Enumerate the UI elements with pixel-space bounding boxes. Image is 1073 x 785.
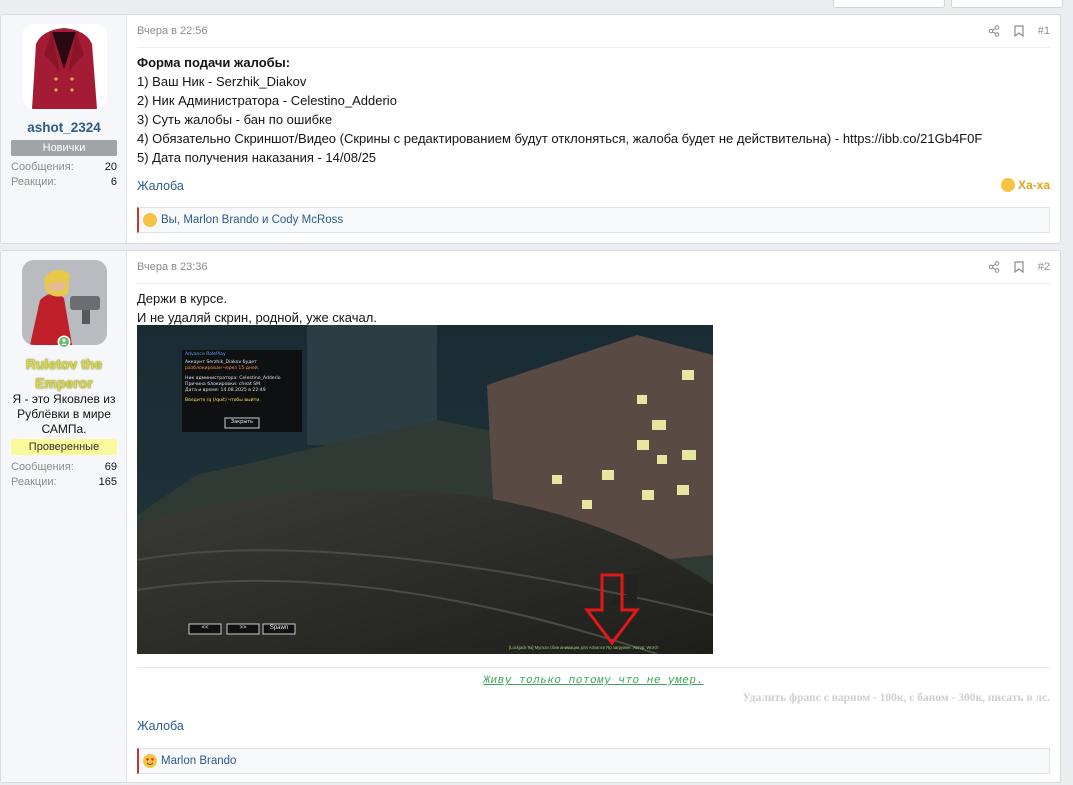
username[interactable]: ashot_2324	[1, 120, 127, 135]
post-1: ashot_2324 Новички Сообщения: 20 Реакции:…	[0, 14, 1061, 244]
complaint-line-evidence: 4) Обязательно Скриншот/Видео (Скрины с …	[137, 131, 983, 146]
stat-reactions: Реакции: 6	[11, 175, 117, 190]
user-banner: Новички	[11, 140, 117, 156]
user-banner: Проверенные	[11, 439, 117, 455]
dialog-line: Введите /q (/quit) чтобы выйти.	[185, 398, 261, 403]
complaint-line-nick: 1) Ваш Ник - Serzhik_Diakov	[137, 74, 307, 89]
stat-messages: Сообщения: 20	[11, 160, 117, 175]
game-chat-message: [Lockjack 9a] Мульти сбив анимации для A…	[509, 645, 659, 650]
nav-next-button: >>	[239, 625, 247, 631]
attached-screenshot[interactable]: Advance RolePlay Аккаунт Serzhik_Diakov …	[137, 325, 713, 654]
dialog-title: Advance RolePlay	[185, 352, 226, 357]
bookmark-icon[interactable]	[1014, 25, 1024, 37]
game-dialog: Advance RolePlay Аккаунт Serzhik_Diakov …	[185, 352, 301, 404]
stat-value: 6	[110, 176, 117, 188]
top-control-2[interactable]	[951, 0, 1063, 8]
post-number[interactable]: #1	[1038, 25, 1050, 37]
reactions-list[interactable]: Вы, Marlon Brando и Cody McRoss	[161, 214, 343, 226]
stat-value: 165	[98, 476, 117, 488]
post-2: Ruletov the Emperor Я - это Яковлев из Р…	[0, 250, 1061, 783]
complaint-form-title: Форма подачи жалобы:	[137, 55, 291, 70]
user-cell: Ruletov the Emperor Я - это Яковлев из Р…	[1, 251, 127, 782]
share-icon[interactable]	[988, 25, 1000, 37]
top-controls	[833, 0, 1063, 8]
avatar[interactable]	[22, 260, 107, 345]
stat-label: Реакции:	[11, 476, 57, 488]
reply-line-1: Держи в курсе.	[137, 291, 228, 306]
thread-tag-link[interactable]: Жалоба	[137, 719, 184, 733]
complaint-line-date: 5) Дата получения наказания - 14/08/25	[137, 150, 377, 165]
complaint-line-admin: 2) Ник Администратора - Celestino_Adderi…	[137, 93, 397, 108]
reactions-bar[interactable]: Вы, Marlon Brando и Cody McRoss	[137, 207, 1050, 233]
post-time[interactable]: Вчера в 22:56	[137, 25, 208, 37]
reaction-label: Ха-ха	[1017, 178, 1050, 192]
signature-offer: Удалить фрапс с варном - 100к, с баном -…	[742, 692, 1050, 704]
nav-prev-button: <<	[201, 625, 209, 631]
stat-reactions: Реакции: 165	[11, 475, 117, 490]
share-icon[interactable]	[988, 261, 1000, 273]
stat-value: 69	[104, 461, 117, 473]
nav-spawn-button: Spawn	[269, 625, 289, 631]
reaction-button[interactable]: Ха-ха	[1000, 178, 1050, 192]
stat-label: Сообщения:	[11, 161, 74, 173]
message-header: Вчера в 23:36 #2	[137, 261, 1050, 284]
online-status-icon	[57, 335, 71, 349]
bookmark-icon[interactable]	[1014, 261, 1024, 273]
complaint-line-reason: 3) Суть жалобы - бан по ошибке	[137, 112, 333, 127]
reactions-list[interactable]: Marlon Brando	[161, 755, 236, 767]
user-cell: ashot_2324 Новички Сообщения: 20 Реакции:…	[1, 15, 127, 243]
signature-motto: Живу только потому что не умер.	[483, 675, 704, 687]
avatar[interactable]	[22, 24, 107, 109]
post-number[interactable]: #2	[1038, 261, 1050, 273]
stat-label: Сообщения:	[11, 461, 74, 473]
user-title: Я - это Яковлев из Рублёвки в мире САМПа…	[12, 392, 116, 436]
haha-emoji-icon	[143, 213, 157, 227]
stat-label: Реакции:	[11, 176, 57, 188]
message-body: Форма подачи жалобы: 1) Ваш Ник - Serzhi…	[137, 53, 1050, 167]
thread-tag-link[interactable]: Жалоба	[137, 179, 184, 193]
message-body: Держи в курсе. И не удаляй скрин, родной…	[137, 289, 1050, 327]
signature-divider	[137, 667, 1050, 668]
post-time[interactable]: Вчера в 23:36	[137, 261, 208, 273]
top-control-1[interactable]	[833, 0, 945, 8]
dialog-close-button: Закрыть	[230, 419, 254, 425]
username[interactable]: Ruletov the Emperor	[19, 355, 109, 393]
heart-eyes-emoji-icon	[143, 754, 157, 768]
stat-value: 20	[104, 161, 117, 173]
haha-emoji-icon	[1000, 178, 1015, 192]
stat-messages: Сообщения: 69	[11, 460, 117, 475]
reactions-bar[interactable]: Marlon Brando	[137, 748, 1050, 774]
message-header: Вчера в 22:56 #1	[137, 25, 1050, 48]
